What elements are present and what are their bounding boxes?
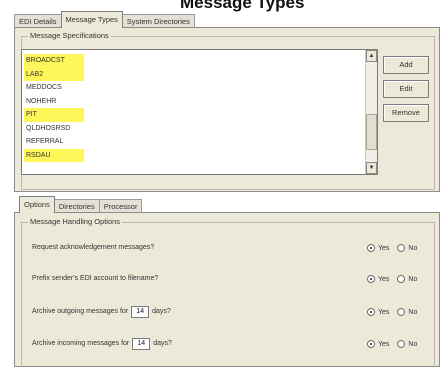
archive-outgoing-text: Archive outgoing messages for (32, 308, 129, 315)
request-ack-label: Request acknowledgement messages? (32, 244, 155, 251)
prefix-sender-row: Prefix sender's EDI account to filename?… (32, 272, 430, 286)
archive-incoming-days-input[interactable]: 14 (132, 338, 151, 350)
list-item[interactable]: NOHEHR (24, 95, 84, 109)
tab-processor[interactable]: Processor (98, 199, 143, 213)
request-ack-row: Request acknowledgement messages? Yes No (32, 241, 430, 255)
yes-label: Yes (378, 244, 390, 252)
add-button[interactable]: Add (383, 56, 429, 74)
top-tab-bar: EDI Details Message Types System Directo… (14, 11, 195, 28)
yes-label: Yes (378, 340, 390, 348)
archive-outgoing-label: Archive outgoing messages for 14 days? (32, 305, 171, 319)
prefix-sender-radios: Yes No (367, 272, 425, 286)
scroll-down-icon[interactable]: ▼ (366, 162, 377, 174)
no-label: No (408, 275, 418, 283)
archive-outgoing-days-input[interactable]: 14 (131, 306, 150, 318)
tab-system-directories[interactable]: System Directories (121, 14, 195, 28)
archive-incoming-yes-radio[interactable] (367, 340, 375, 348)
yes-label: Yes (378, 275, 390, 283)
archive-incoming-text: Archive incoming messages for (32, 340, 130, 347)
tab-edi-details[interactable]: EDI Details (14, 14, 62, 28)
remove-button[interactable]: Remove (383, 104, 429, 122)
request-ack-no-radio[interactable] (397, 244, 406, 252)
archive-outgoing-row: Archive outgoing messages for 14 days? Y… (32, 305, 430, 319)
list-item[interactable]: PIT (24, 108, 84, 122)
bottom-tab-bar: Options Directories Processor (19, 196, 143, 213)
list-item[interactable]: LAB2 (24, 67, 84, 81)
banner-title: Message Types (180, 0, 305, 12)
message-types-panel: Message Specifications BROADCST LAB2 MEDDO… (14, 27, 440, 192)
list-item[interactable]: REFERRAL (24, 135, 84, 149)
archive-incoming-days-text: days? (153, 340, 172, 347)
request-ack-yes-radio[interactable] (367, 244, 375, 252)
message-handling-group: Message Handling Options Request acknowl… (21, 217, 435, 367)
list-item[interactable]: BROADCST (24, 54, 84, 68)
no-label: No (408, 340, 418, 348)
archive-outgoing-days-text: days? (152, 308, 171, 315)
message-list-items: BROADCST LAB2 MEDDOCS NOHEHR PIT QLDHOSRSD REF… (24, 54, 363, 162)
options-panel: Message Handling Options Request acknowl… (14, 212, 440, 367)
message-list[interactable]: BROADCST LAB2 MEDDOCS NOHEHR PIT QLDHOSRSD REF… (21, 49, 378, 175)
prefix-sender-yes-radio[interactable] (367, 275, 375, 283)
yes-label: Yes (378, 308, 390, 316)
archive-outgoing-no-radio[interactable] (397, 308, 406, 316)
message-specifications-title: Message Specifications (28, 31, 111, 40)
list-scrollbar[interactable]: ▲ ▼ (365, 50, 377, 174)
scroll-up-icon[interactable]: ▲ (366, 50, 377, 62)
list-item[interactable]: RSDAU (24, 148, 84, 162)
archive-outgoing-radios: Yes No (367, 305, 425, 319)
prefix-sender-no-radio[interactable] (397, 275, 406, 283)
archive-incoming-label: Archive incoming messages for 14 days? (32, 337, 172, 351)
prefix-sender-label: Prefix sender's EDI account to filename? (32, 275, 159, 282)
tab-directories[interactable]: Directories (53, 199, 100, 213)
archive-incoming-no-radio[interactable] (397, 340, 406, 348)
edit-button[interactable]: Edit (383, 80, 429, 98)
no-label: No (408, 308, 418, 316)
archive-outgoing-yes-radio[interactable] (367, 308, 375, 316)
scroll-thumb[interactable] (366, 114, 377, 150)
tab-options[interactable]: Options (19, 196, 55, 213)
request-ack-radios: Yes No (367, 241, 425, 255)
archive-incoming-row: Archive incoming messages for 14 days? Y… (32, 337, 430, 351)
no-label: No (408, 244, 418, 252)
archive-incoming-radios: Yes No (367, 337, 425, 351)
message-handling-title: Message Handling Options (28, 217, 123, 226)
tab-message-types[interactable]: Message Types (60, 11, 123, 28)
list-item[interactable]: QLDHOSRSD (24, 122, 84, 136)
list-item[interactable]: MEDDOCS (24, 81, 84, 95)
